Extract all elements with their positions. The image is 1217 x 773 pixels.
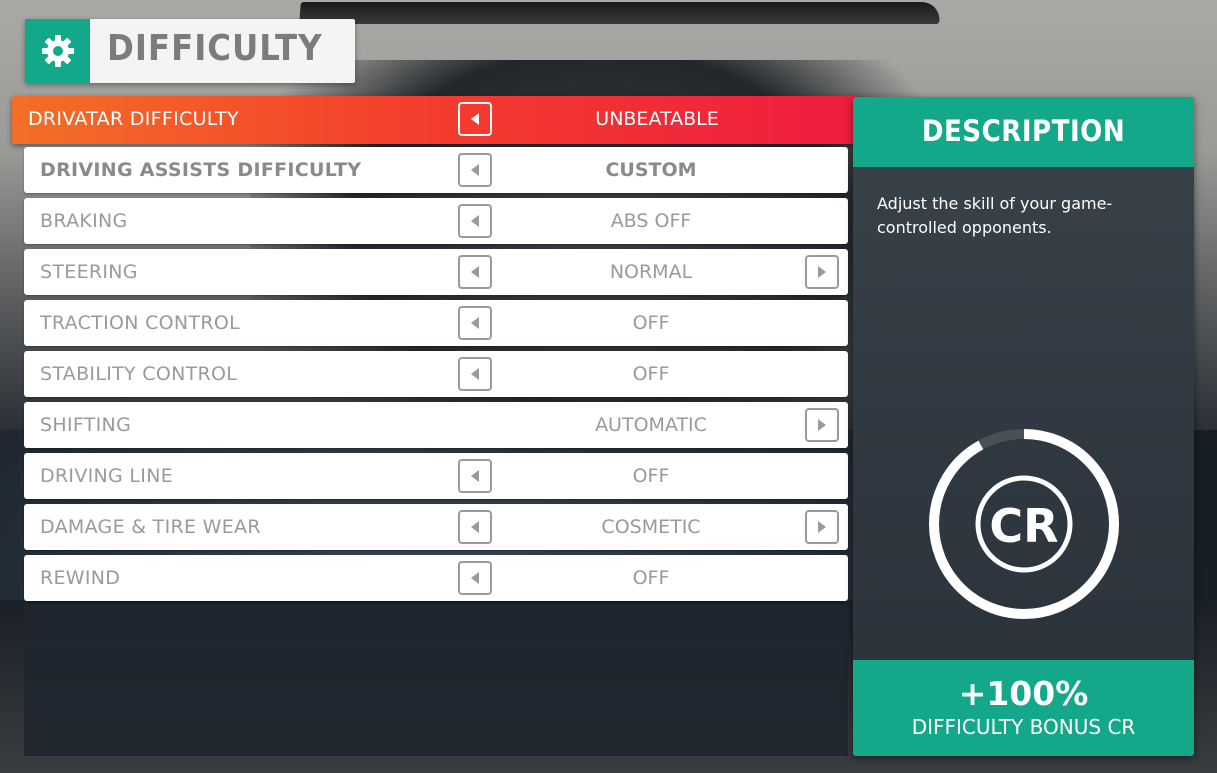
setting-label: DRIVING LINE xyxy=(40,465,174,487)
setting-row-traction-control[interactable]: TRACTION CONTROL OFF xyxy=(24,300,848,346)
setting-label: DRIVING ASSISTS DIFFICULTY xyxy=(40,159,362,181)
arrow-left-icon[interactable] xyxy=(458,510,492,544)
background-car-wing xyxy=(299,2,941,24)
page-title: DIFFICULTY xyxy=(107,28,323,69)
setting-value: AUTOMATIC xyxy=(595,414,707,436)
setting-label: SHIFTING xyxy=(40,414,132,436)
setting-row-drivatar-difficulty[interactable]: DRIVATAR DIFFICULTY UNBEATABLE xyxy=(12,96,860,144)
setting-value: OFF xyxy=(632,312,670,334)
bonus-label: DIFFICULTY BONUS CR xyxy=(911,715,1136,739)
arrow-left-icon[interactable] xyxy=(458,102,492,136)
setting-row-driving-line[interactable]: DRIVING LINE OFF xyxy=(24,453,848,499)
arrow-right-icon[interactable] xyxy=(805,255,839,289)
setting-row-stability-control[interactable]: STABILITY CONTROL OFF xyxy=(24,351,848,397)
setting-value: CUSTOM xyxy=(605,159,697,181)
setting-label: STABILITY CONTROL xyxy=(40,363,238,385)
setting-label: TRACTION CONTROL xyxy=(40,312,240,334)
description-header: DESCRIPTION xyxy=(853,97,1194,167)
arrow-left-icon[interactable] xyxy=(458,255,492,289)
setting-row-damage-tire-wear[interactable]: DAMAGE & TIRE WEAR COSMETIC xyxy=(24,504,848,550)
setting-row-shifting[interactable]: SHIFTING AUTOMATIC xyxy=(24,402,848,448)
setting-value: COSMETIC xyxy=(601,516,701,538)
description-panel: DESCRIPTION Adjust the skill of your gam… xyxy=(853,97,1194,756)
arrow-left-icon[interactable] xyxy=(458,459,492,493)
setting-value: NORMAL xyxy=(609,261,693,283)
bonus-value: +100% xyxy=(958,674,1089,713)
arrow-left-icon[interactable] xyxy=(458,306,492,340)
setting-label: DRIVATAR DIFFICULTY xyxy=(28,108,239,130)
setting-row-steering[interactable]: STEERING NORMAL xyxy=(24,249,848,295)
setting-label: REWIND xyxy=(40,567,121,589)
cr-progress-ring: CR xyxy=(925,425,1123,623)
setting-label: BRAKING xyxy=(40,210,128,232)
setting-row-driving-assists-difficulty[interactable]: DRIVING ASSISTS DIFFICULTY CUSTOM xyxy=(24,147,848,193)
setting-label: STEERING xyxy=(40,261,138,283)
setting-value: OFF xyxy=(632,363,670,385)
setting-label: DAMAGE & TIRE WEAR xyxy=(40,516,261,538)
setting-row-braking[interactable]: BRAKING ABS OFF xyxy=(24,198,848,244)
cr-badge-text: CR xyxy=(989,499,1058,553)
arrow-left-icon[interactable] xyxy=(458,561,492,595)
bonus-box: +100% DIFFICULTY BONUS CR xyxy=(853,660,1194,756)
setting-value: OFF xyxy=(632,465,670,487)
description-title: DESCRIPTION xyxy=(921,114,1126,148)
arrow-left-icon[interactable] xyxy=(458,204,492,238)
description-text: Adjust the skill of your game-controlled… xyxy=(877,194,1113,237)
setting-value: ABS OFF xyxy=(610,210,692,232)
arrow-left-icon[interactable] xyxy=(458,153,492,187)
setting-value: OFF xyxy=(632,567,670,589)
arrow-right-icon[interactable] xyxy=(805,408,839,442)
page-header: DIFFICULTY xyxy=(25,19,355,83)
list-empty-area xyxy=(24,604,848,756)
setting-row-rewind[interactable]: REWIND OFF xyxy=(24,555,848,601)
setting-value: UNBEATABLE xyxy=(595,108,719,130)
gear-icon xyxy=(25,19,90,83)
arrow-right-icon[interactable] xyxy=(805,510,839,544)
arrow-left-icon[interactable] xyxy=(458,357,492,391)
